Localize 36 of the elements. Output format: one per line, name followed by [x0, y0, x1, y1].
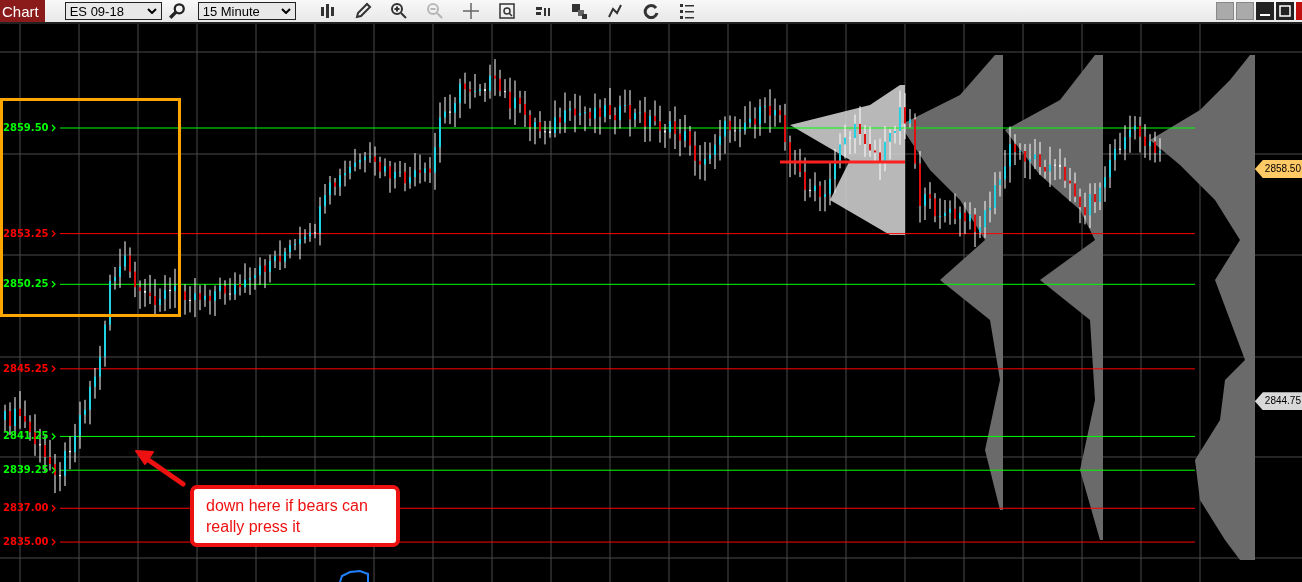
refresh-icon[interactable]	[641, 2, 660, 20]
chart-tab[interactable]: Chart	[0, 0, 45, 22]
pencil-icon[interactable]	[353, 2, 372, 20]
price-level-label: 2835.00	[3, 536, 49, 548]
arrow	[135, 450, 186, 487]
price-level-label: 2853.25	[3, 227, 49, 239]
chevron-icon	[51, 432, 56, 441]
chevron-icon	[51, 230, 56, 238]
chevron-icon	[51, 365, 56, 373]
maximize-icon[interactable]	[1276, 2, 1294, 20]
price-tag: 2844.75	[1254, 392, 1302, 411]
chevron-icon	[51, 466, 56, 474]
caret-icon	[280, 8, 291, 14]
callout-note: down here if bears can really press it	[190, 485, 400, 547]
squares-icon[interactable]	[569, 2, 588, 20]
document-search-icon[interactable]	[497, 2, 516, 20]
price-level-label: 2859.50	[3, 122, 49, 133]
interval-dropdown[interactable]: 15 Minute	[197, 2, 296, 20]
price-level-label: 2839.25	[3, 464, 49, 476]
chevron-icon	[51, 124, 56, 132]
search-icon[interactable]	[167, 2, 186, 20]
crosshair-icon[interactable]	[461, 2, 480, 20]
price-tag: 2858.50	[1254, 159, 1302, 178]
symbol-dropdown[interactable]: ES 09-18	[64, 2, 162, 20]
line-chart-icon[interactable]	[605, 2, 624, 20]
list-icon[interactable]	[677, 2, 696, 20]
chevron-icon	[51, 504, 56, 512]
minimize-icon[interactable]	[1256, 2, 1274, 20]
chevron-icon	[51, 280, 56, 288]
price-level-label: 2845.25	[3, 362, 49, 374]
zoom-in-icon[interactable]	[389, 2, 408, 20]
chevron-icon	[51, 538, 56, 546]
caret-icon	[146, 8, 157, 14]
outline-shape	[339, 570, 369, 582]
price-level-label: 2837.00	[3, 502, 49, 514]
price-level-label: 2850.25	[3, 278, 49, 290]
